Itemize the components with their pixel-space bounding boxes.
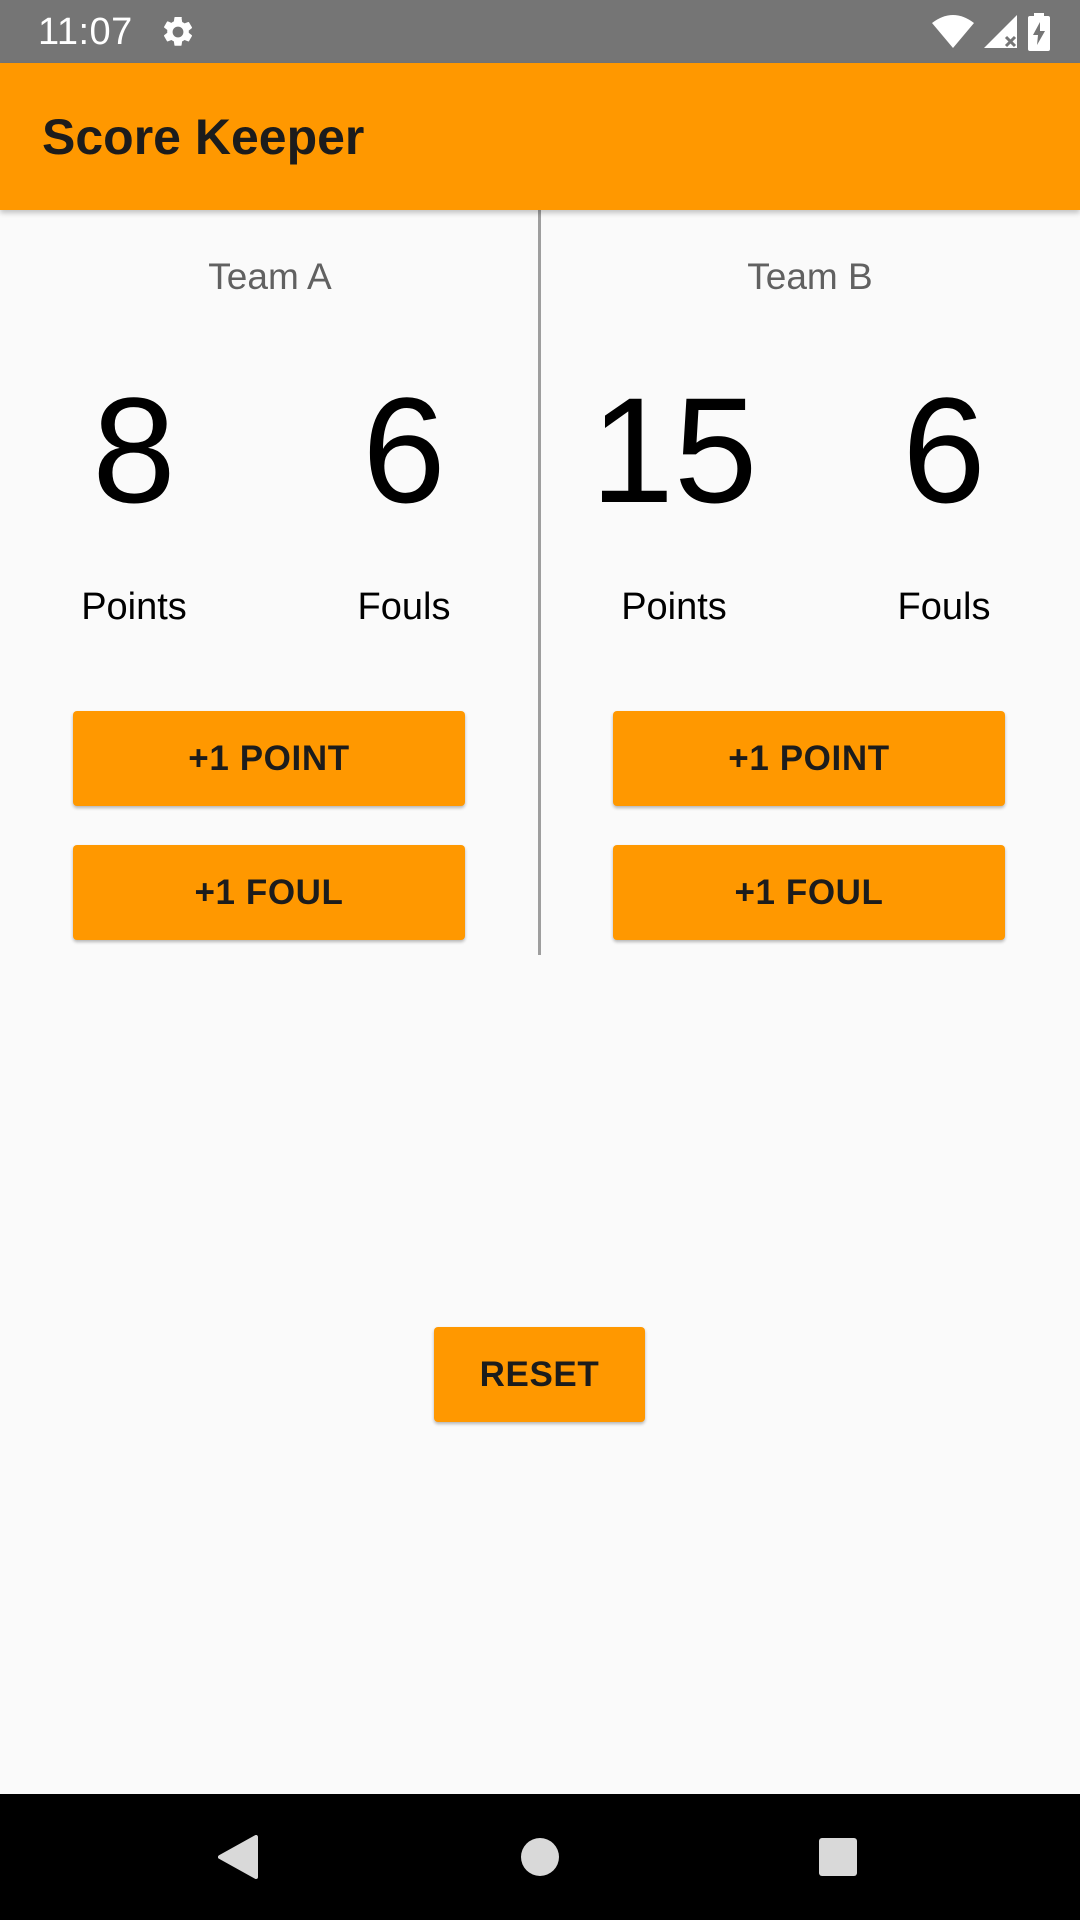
recents-icon	[819, 1838, 857, 1876]
app-bar: Score Keeper	[0, 63, 1080, 210]
back-icon	[218, 1835, 258, 1879]
team-b-name: Team B	[747, 256, 873, 297]
status-time: 11:07	[38, 11, 133, 53]
team-a-name: Team A	[208, 256, 332, 297]
team-a-fouls-label: Fouls	[357, 586, 451, 628]
back-button[interactable]	[208, 1827, 268, 1887]
team-a-add-foul-button[interactable]: +1 FOUL	[73, 845, 465, 940]
home-icon	[521, 1838, 559, 1876]
wifi-icon	[932, 15, 974, 48]
team-a-fouls-value: 6	[362, 366, 446, 534]
score-keeper-screen: 11:07 Score Keeper Team A 8 6 Points Fou…	[0, 0, 1080, 1920]
team-b-points-label: Points	[621, 586, 727, 628]
gear-icon	[163, 16, 193, 46]
team-b-panel: Team B 15 6 Points Fouls +1 POINT +1 FOU…	[540, 210, 1080, 955]
team-a-panel: Team A 8 6 Points Fouls +1 POINT +1 FOUL	[0, 210, 540, 955]
recents-button[interactable]	[808, 1827, 868, 1887]
team-a-add-point-button[interactable]: +1 POINT	[73, 711, 465, 806]
status-icons	[932, 12, 1050, 52]
team-a-points-label: Points	[81, 586, 187, 628]
team-b-points-value: 15	[590, 366, 758, 534]
reset-button[interactable]: RESET	[434, 1327, 645, 1422]
battery-charging-icon	[1028, 13, 1050, 51]
cell-signal-icon	[984, 15, 1017, 48]
team-b-fouls-label: Fouls	[897, 586, 991, 628]
team-b-add-foul-button[interactable]: +1 FOUL	[613, 845, 1005, 940]
navigation-bar	[0, 1794, 1080, 1920]
status-bar: 11:07	[0, 0, 1080, 63]
team-a-points-value: 8	[92, 366, 176, 534]
app-title: Score Keeper	[42, 109, 365, 165]
team-b-fouls-value: 6	[902, 366, 986, 534]
team-b-add-point-button[interactable]: +1 POINT	[613, 711, 1005, 806]
home-button[interactable]	[510, 1827, 570, 1887]
